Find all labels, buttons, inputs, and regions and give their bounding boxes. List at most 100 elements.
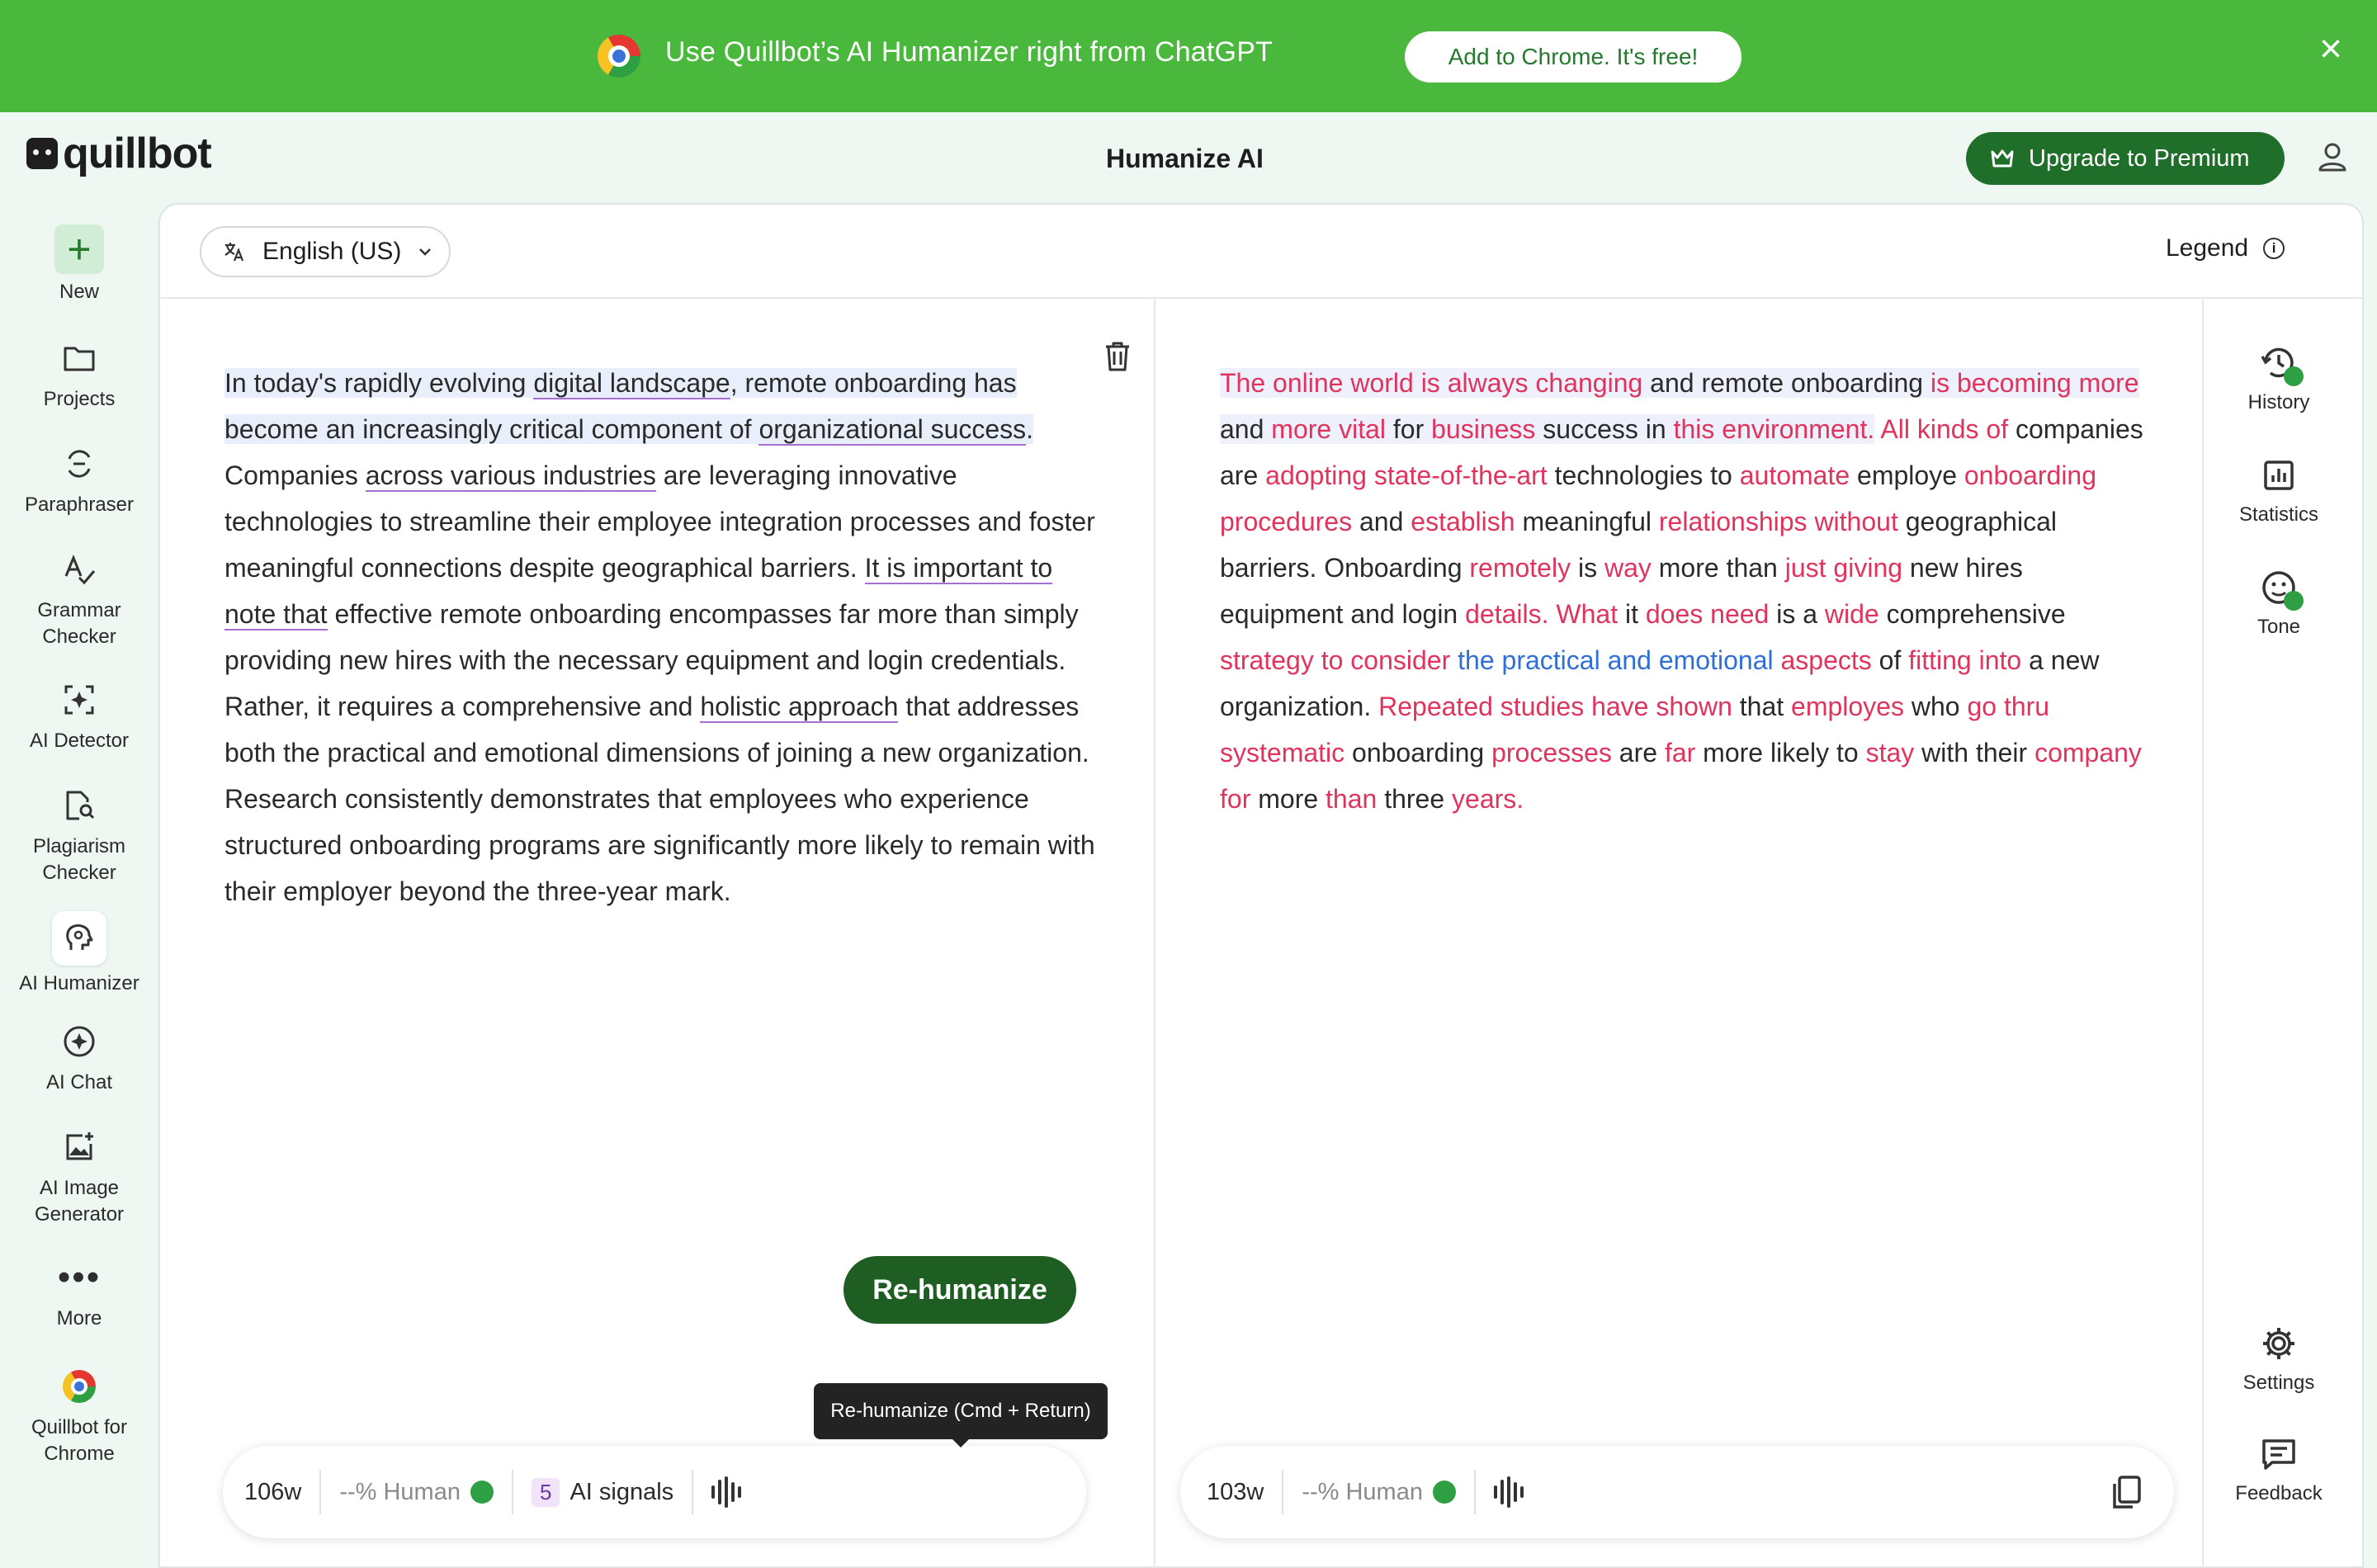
output-text-segment[interactable]: far — [1665, 738, 1695, 767]
rail-statistics[interactable]: Statistics — [2202, 456, 2356, 527]
rail-tone[interactable]: Tone — [2202, 568, 2356, 639]
output-text-segment[interactable]: processes — [1491, 738, 1612, 767]
pane-divider — [1154, 299, 1155, 1568]
more-dots-icon: ••• — [57, 1257, 102, 1297]
output-text-segment[interactable]: establish — [1411, 507, 1515, 536]
chrome-icon — [56, 1363, 102, 1410]
output-text-segment[interactable]: just giving — [1785, 553, 1902, 583]
ai-signals-button[interactable]: 5 AI signals — [531, 1477, 673, 1507]
output-text-segment[interactable]: fitting into — [1908, 645, 2021, 675]
output-text-segment[interactable]: years. — [1452, 784, 1524, 814]
output-text-segment[interactable]: than — [1326, 784, 1377, 814]
input-text-segment[interactable]: digital landscape — [533, 368, 730, 399]
language-label: English (US) — [262, 238, 402, 265]
output-text-segment[interactable]: aspects — [1780, 645, 1871, 675]
rehumanize-tooltip: Re-humanize (Cmd + Return) — [814, 1383, 1108, 1448]
ai-detector-icon — [56, 677, 102, 723]
output-text-segment[interactable]: business — [1431, 414, 1536, 444]
legend-button[interactable]: Legend i — [2166, 234, 2285, 262]
input-text-segment: that addresses both the practical and em… — [224, 692, 1095, 906]
language-selector[interactable]: English (US) — [200, 226, 451, 277]
nav-ai-detector[interactable]: AI Detector — [0, 677, 158, 754]
nav-new[interactable]: + New — [0, 224, 158, 305]
nav-ai-image-label: AI Image Generator — [34, 1177, 125, 1226]
rehumanize-button[interactable]: Re-humanize — [844, 1256, 1076, 1324]
output-text-segment[interactable]: way — [1604, 553, 1652, 583]
output-word-count: 103w — [1207, 1478, 1264, 1505]
output-text-segment[interactable]: more vital — [1271, 414, 1386, 444]
output-text-segment[interactable]: relationships without — [1659, 507, 1898, 536]
nav-plagiarism-checker[interactable]: Plagiarism Checker — [0, 782, 158, 886]
trash-icon[interactable] — [1103, 340, 1132, 373]
nav-more[interactable]: ••• More — [0, 1254, 158, 1332]
nav-paraphraser-label: Paraphraser — [24, 494, 135, 516]
quillbot-logo[interactable]: quillbot — [26, 132, 212, 175]
input-text-area[interactable]: In today's rapidly evolving digital land… — [224, 360, 1108, 914]
output-text-segment[interactable]: remotely — [1469, 553, 1571, 583]
info-icon: i — [2263, 238, 2285, 259]
output-text-segment[interactable]: the practical and emotional — [1458, 645, 1773, 675]
add-to-chrome-button[interactable]: Add to Chrome. It's free! — [1405, 31, 1741, 83]
output-text-segment[interactable]: does need — [1646, 599, 1769, 629]
output-text-segment[interactable]: details. What — [1465, 599, 1618, 629]
output-text-area[interactable]: The online world is always changing and … — [1220, 360, 2153, 822]
output-text-segment[interactable]: this environment. — [1673, 414, 1875, 444]
nav-ai-humanizer-label: AI Humanizer — [19, 972, 139, 994]
output-text-segment: and remote onboarding — [1642, 368, 1930, 398]
ai-signals-count: 5 — [531, 1477, 560, 1507]
nav-ai-image-generator[interactable]: AI Image Generator — [0, 1124, 158, 1228]
output-text-segment[interactable]: stay — [1866, 738, 1915, 767]
upgrade-premium-button[interactable]: Upgrade to Premium — [1966, 132, 2285, 185]
output-text-segment[interactable]: automate — [1740, 460, 1850, 490]
rail-history-label: History — [2247, 391, 2310, 413]
chevron-down-icon — [419, 248, 432, 256]
output-text-segment[interactable]: wide — [1825, 599, 1879, 629]
nav-paraphraser[interactable]: Paraphraser — [0, 441, 158, 518]
output-text-segment[interactable]: is becoming more — [1930, 368, 2139, 398]
nav-projects[interactable]: Projects — [0, 335, 158, 413]
output-text-segment[interactable]: The online world is always changing — [1220, 368, 1643, 398]
output-text-segment: onboarding — [1344, 738, 1492, 767]
nav-ai-humanizer[interactable]: AI Humanizer — [0, 911, 158, 997]
nav-quillbot-for-chrome[interactable]: Quillbot for Chrome — [0, 1363, 158, 1467]
output-text-segment: are — [1611, 738, 1665, 767]
paraphraser-icon — [56, 441, 102, 487]
input-text-segment[interactable]: holistic approach — [700, 692, 899, 723]
separator — [319, 1470, 322, 1514]
nav-grammar-checker[interactable]: Grammar Checker — [0, 546, 158, 650]
output-text-segment: that — [1732, 692, 1792, 721]
grammar-icon — [56, 546, 102, 593]
output-text-segment: three — [1377, 784, 1453, 814]
input-status-bar: 106w --% Human 5 AI signals — [223, 1446, 1086, 1538]
output-text-segment: success in — [1535, 414, 1674, 444]
copy-icon[interactable] — [2110, 1474, 2143, 1510]
audio-wave-icon[interactable] — [1493, 1476, 1524, 1509]
audio-wave-icon[interactable] — [711, 1476, 742, 1509]
output-text-segment[interactable]: employes — [1791, 692, 1904, 721]
output-human-score[interactable]: --% Human — [1302, 1479, 1456, 1506]
rail-tone-label: Tone — [2256, 616, 2301, 638]
premium-crown-icon — [470, 1481, 494, 1504]
feedback-icon — [2259, 1434, 2299, 1474]
output-text-segment[interactable]: strategy to consider — [1220, 645, 1450, 675]
user-account-icon[interactable] — [2316, 140, 2349, 173]
input-human-label: --% Human — [339, 1478, 461, 1505]
quillbot-mark-icon — [26, 138, 58, 169]
input-text-segment[interactable]: organizational success — [758, 414, 1027, 446]
input-human-score[interactable]: --% Human — [339, 1479, 494, 1506]
output-text-segment[interactable]: Repeated studies have shown — [1378, 692, 1732, 721]
nav-ai-chat[interactable]: AI Chat — [0, 1018, 158, 1096]
statistics-icon — [2259, 456, 2299, 495]
rail-settings[interactable]: Settings — [2202, 1324, 2356, 1395]
humanizer-workspace: English (US) Legend i In today's rapidly… — [158, 203, 2364, 1568]
output-text-segment[interactable]: adopting state-of-the-art — [1265, 460, 1548, 490]
banner-text: Use Quillbot’s AI Humanizer right from C… — [665, 36, 1274, 68]
nav-ai-detector-label: AI Detector — [29, 730, 130, 752]
input-text-segment[interactable]: across various industries — [365, 460, 656, 492]
rail-history[interactable]: History — [2202, 343, 2356, 414]
output-text-segment: more likely to — [1695, 738, 1866, 767]
output-text-segment[interactable]: All kinds of — [1874, 414, 2008, 444]
rail-feedback[interactable]: Feedback — [2202, 1434, 2356, 1505]
legend-label: Legend — [2166, 234, 2249, 262]
close-icon[interactable]: × — [2314, 30, 2347, 69]
